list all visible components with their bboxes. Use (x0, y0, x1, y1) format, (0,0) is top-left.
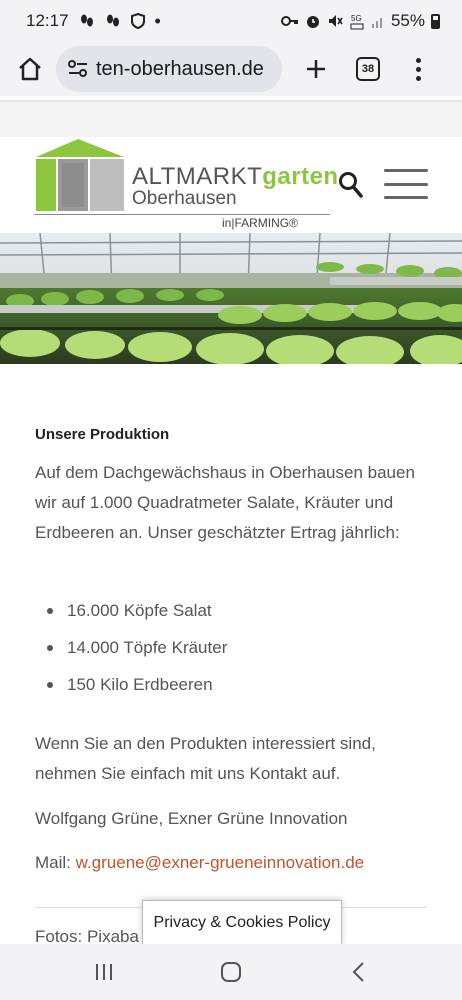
address-bar[interactable]: ten-oberhausen.de (56, 46, 282, 92)
svg-text:5G: 5G (351, 14, 362, 23)
signature: Wolfgang Grüne, Exner Grüne Innovation (35, 809, 348, 828)
home-nav-button[interactable] (211, 952, 251, 992)
site-header: ALTMARKTgarten Oberhausen in|FARMING® (0, 137, 462, 233)
dot-icon: • (154, 10, 161, 31)
hero-image (0, 233, 462, 364)
system-navigation-bar (0, 944, 462, 1000)
back-icon (352, 962, 365, 982)
shield-icon (130, 13, 145, 29)
battery-percentage: 55% (390, 11, 425, 30)
bullet-icon (47, 608, 53, 614)
site-logo[interactable]: ALTMARKTgarten Oberhausen in|FARMING® (34, 137, 338, 233)
mail-line: Mail: w.gruene@exner-grueneinnovation.de (35, 853, 365, 872)
site-settings-icon[interactable] (66, 57, 90, 81)
section-heading: Unsere Produktion (35, 426, 170, 443)
greenhouse-logo-icon (36, 139, 124, 211)
clock: 12:17 (26, 11, 69, 30)
greenhouse-photo (0, 233, 462, 364)
bullet-icon (47, 645, 53, 651)
5g-icon: 5G (350, 14, 364, 30)
more-vert-icon (415, 57, 421, 63)
logo-wordmark: ALTMARKTgarten (132, 163, 339, 190)
cookie-policy-button[interactable]: Privacy & Cookies Policy (142, 900, 342, 946)
list-item: 150 Kilo Erdbeeren (35, 670, 227, 707)
contact-paragraph: Wenn Sie an den Produkten interessiert s… (35, 734, 376, 783)
footprint-icon (80, 14, 93, 27)
logo-divider (34, 214, 330, 215)
list-item: 14.000 Töpfe Kräuter (35, 633, 227, 670)
logo-subtitle: Oberhausen (132, 188, 237, 209)
page-top-band (0, 102, 462, 137)
home-button[interactable] (10, 49, 50, 89)
search-button[interactable] (338, 171, 364, 199)
recents-icon (95, 964, 112, 980)
recent-apps-button[interactable] (84, 952, 124, 992)
email-link[interactable]: w.gruene@exner-grueneinnovation.de (76, 853, 365, 872)
key-icon (280, 16, 298, 26)
list-item: 16.000 Köpfe Salat (35, 596, 227, 633)
status-bar: 12:17 • 5G 55% (0, 0, 462, 42)
bullet-icon (47, 682, 53, 688)
browser-menu-button[interactable] (408, 49, 428, 89)
mute-icon (328, 15, 343, 27)
intro-paragraph: Auf dem Dachgewächshaus in Oberhausen ba… (35, 463, 415, 542)
back-button[interactable] (338, 952, 378, 992)
url-text[interactable]: ten-oberhausen.de (96, 58, 264, 81)
plus-icon (307, 60, 325, 78)
hamburger-menu-button[interactable] (384, 169, 428, 199)
tab-switcher-button[interactable]: 38 (356, 57, 380, 81)
home-icon (19, 57, 41, 81)
battery-icon (431, 13, 440, 29)
logo-tagline: in|FARMING® (222, 216, 298, 230)
alarm-icon (306, 16, 319, 28)
new-tab-button[interactable] (298, 49, 334, 89)
signal-icon (371, 18, 382, 28)
browser-toolbar: ten-oberhausen.de 38 (0, 42, 462, 96)
footprint-icon (106, 14, 119, 27)
main-content: Unsere Produktion Auf dem Dachgewächshau… (0, 364, 462, 946)
home-circle-icon (220, 962, 241, 982)
production-list: 16.000 Köpfe Salat 14.000 Töpfe Kräuter … (35, 596, 227, 707)
search-icon (339, 172, 363, 198)
